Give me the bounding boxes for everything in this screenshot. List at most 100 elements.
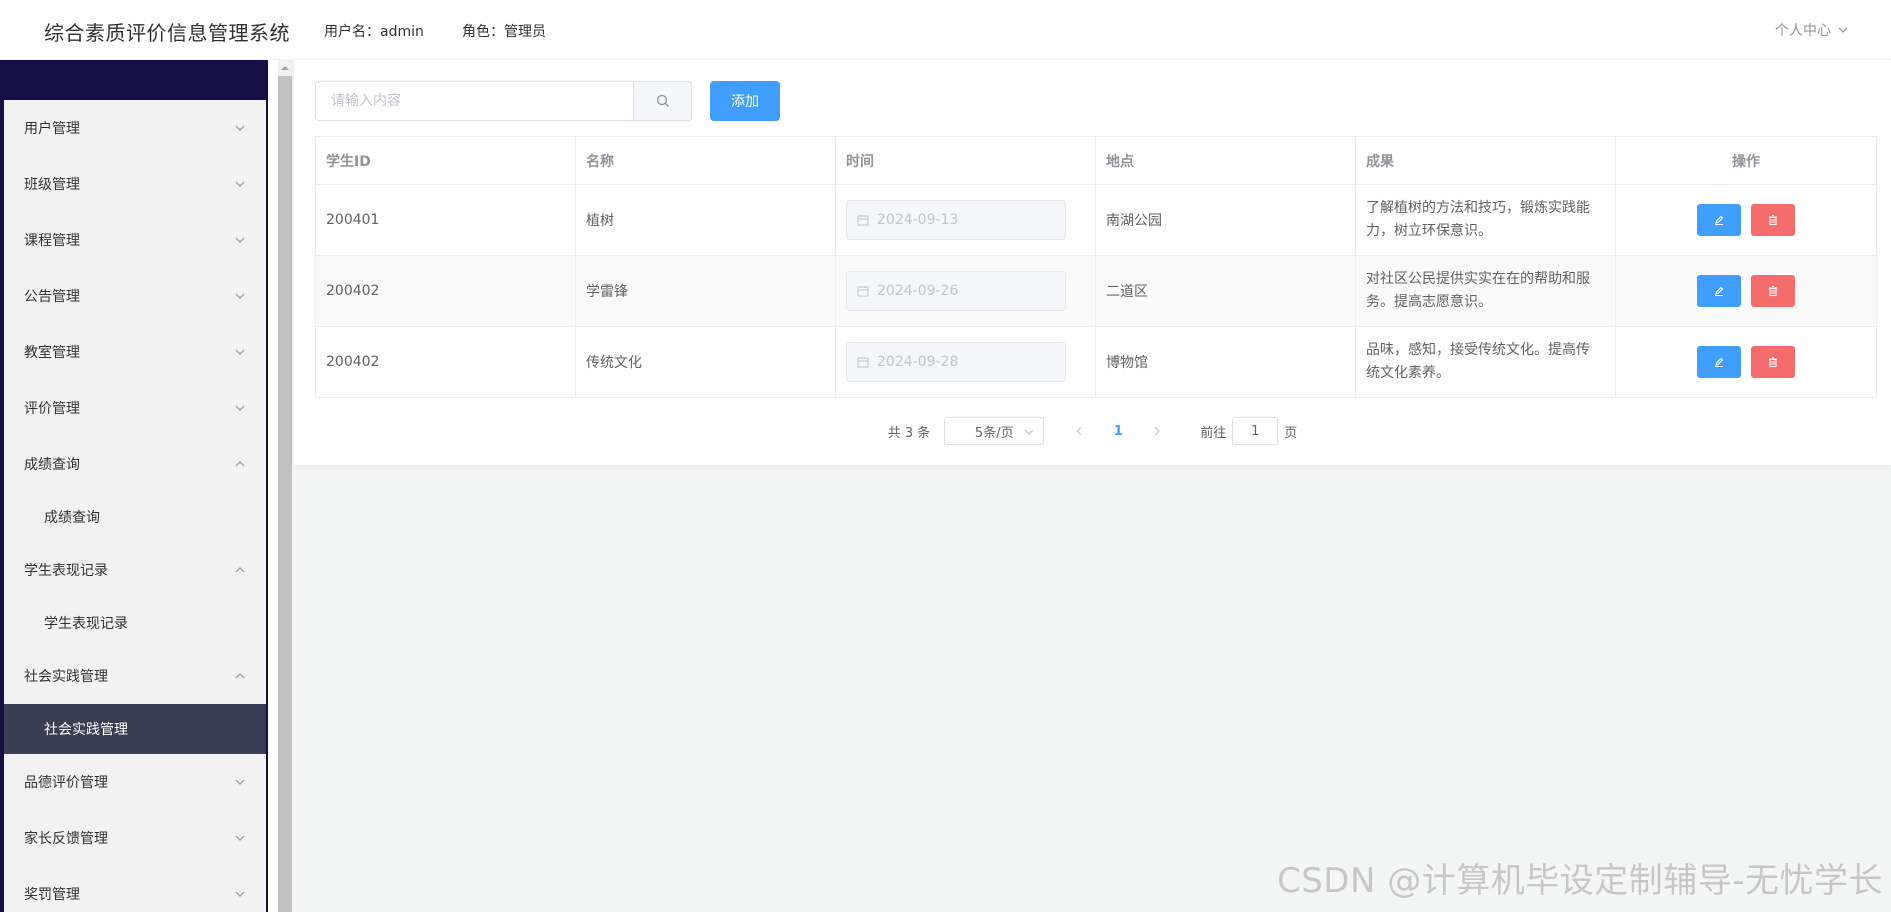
cell-student-id: 200402	[315, 255, 576, 327]
page-size-select[interactable]: 5条/页	[944, 417, 1045, 445]
cell-name: 学雷锋	[575, 255, 836, 327]
search-group	[315, 81, 692, 121]
sidebar-item-label: 家长反馈管理	[24, 831, 108, 847]
sidebar-item-parent-feedback[interactable]: 家长反馈管理	[4, 810, 266, 866]
edit-button[interactable]	[1697, 204, 1741, 236]
sidebar-item-announcement-management[interactable]: 公告管理	[4, 268, 266, 324]
sidebar-scrollbar[interactable]	[278, 60, 292, 912]
pagination-total: 共 3 条	[887, 425, 931, 441]
cell-result: 对社区公民提供实实在在的帮助和服务。提高志愿意识。	[1355, 255, 1616, 327]
column-header-place: 地点	[1095, 136, 1356, 185]
sidebar-item-classroom-management[interactable]: 教室管理	[4, 324, 266, 380]
search-button[interactable]	[633, 82, 691, 120]
sidebar-item-user-management[interactable]: 用户管理	[4, 100, 266, 156]
column-header-student-id: 学生ID	[315, 136, 576, 185]
sidebar-gutter	[268, 60, 278, 912]
chevron-down-icon	[235, 891, 245, 897]
sidebar-item-label: 奖罚管理	[24, 887, 80, 903]
column-header-time: 时间	[835, 136, 1096, 185]
search-icon	[656, 94, 669, 107]
pagination: 共 3 条 5条/页 1 前往 页	[294, 415, 1891, 447]
page-jumper: 前往 页	[1200, 417, 1297, 445]
scroll-up-arrow-icon[interactable]	[278, 60, 292, 76]
sidebar-item-label: 公告管理	[24, 289, 80, 305]
calendar-icon	[857, 215, 869, 226]
sidebar-item-label: 社会实践管理	[24, 669, 108, 685]
header-role: 角色：管理员	[462, 24, 546, 40]
chevron-up-icon	[235, 673, 245, 679]
personal-center-dropdown[interactable]: 个人中心	[1775, 20, 1849, 40]
cell-place: 二道区	[1095, 255, 1356, 327]
delete-button[interactable]	[1751, 346, 1795, 378]
sidebar-item-social-practice[interactable]: 社会实践管理	[4, 648, 266, 704]
sidebar-item-label: 评价管理	[24, 401, 80, 417]
chevron-down-icon	[235, 293, 245, 299]
practice-table: 学生ID 名称 时间 地点 成果 操作 200401 植树 2024-09-13…	[315, 136, 1877, 398]
sidebar-item-label: 班级管理	[24, 177, 80, 193]
chevron-down-icon	[235, 835, 245, 841]
chevron-down-icon	[235, 349, 245, 355]
edit-icon	[1715, 357, 1724, 367]
personal-center-label: 个人中心	[1775, 23, 1831, 39]
chevron-down-icon	[1024, 429, 1034, 435]
sidebar-item-evaluation-management[interactable]: 评价管理	[4, 380, 266, 436]
column-header-actions: 操作	[1615, 136, 1877, 185]
page-number-current[interactable]: 1	[1094, 424, 1142, 439]
sidebar-item-label: 品德评价管理	[24, 775, 108, 791]
sidebar-item-student-performance[interactable]: 学生表现记录	[4, 542, 266, 598]
chevron-down-icon	[235, 779, 245, 785]
edit-icon	[1715, 286, 1724, 296]
page-size-value: 5条/页	[974, 425, 1014, 441]
app-title: 综合素质评价信息管理系统	[44, 21, 290, 45]
sidebar-item-label: 用户管理	[24, 121, 80, 137]
main-content-card: 添加 学生ID 名称 时间 地点 成果 操作 200401 植树	[294, 60, 1891, 465]
cell-time: 2024-09-13	[835, 184, 1096, 256]
delete-icon	[1769, 356, 1777, 368]
prev-page-button[interactable]	[1064, 417, 1094, 445]
edit-button[interactable]	[1697, 346, 1741, 378]
sidebar-subitem-student-performance[interactable]: 学生表现记录	[4, 598, 266, 648]
table-row: 200402 传统文化 2024-09-28 博物馆 品味，感知，接受传统文化。…	[315, 326, 1877, 398]
watermark: CSDN @计算机毕设定制辅导-无忧学长	[1276, 861, 1883, 901]
chevron-down-icon	[235, 405, 245, 411]
chevron-down-icon	[235, 125, 245, 131]
sidebar-subitem-grade-query[interactable]: 成绩查询	[4, 492, 266, 542]
sidebar-item-moral-evaluation[interactable]: 品德评价管理	[4, 754, 266, 810]
sidebar-item-reward-punishment[interactable]: 奖罚管理	[4, 866, 266, 912]
date-picker-disabled: 2024-09-13	[846, 200, 1066, 240]
top-header: 综合素质评价信息管理系统 用户名：admin 角色：管理员 个人中心	[0, 0, 1891, 60]
cell-time: 2024-09-26	[835, 255, 1096, 327]
date-picker-disabled: 2024-09-26	[846, 271, 1066, 311]
search-input[interactable]	[316, 82, 634, 120]
sidebar-item-grade-query[interactable]: 成绩查询	[4, 436, 266, 492]
table-row: 200402 学雷锋 2024-09-26 二道区 对社区公民提供实实在在的帮助…	[315, 255, 1877, 327]
sidebar-item-class-management[interactable]: 班级管理	[4, 156, 266, 212]
calendar-icon	[857, 286, 869, 297]
calendar-icon	[857, 357, 869, 368]
sidebar-item-label: 课程管理	[24, 233, 80, 249]
sidebar-subitem-social-practice[interactable]: 社会实践管理	[4, 704, 266, 754]
sidebar-item-label: 学生表现记录	[24, 563, 108, 579]
delete-icon	[1769, 214, 1777, 226]
chevron-down-icon	[235, 181, 245, 187]
add-button[interactable]: 添加	[710, 81, 780, 121]
chevron-up-icon	[235, 461, 245, 467]
date-picker-disabled: 2024-09-28	[846, 342, 1066, 382]
cell-result: 品味，感知，接受传统文化。提高传统文化素养。	[1355, 326, 1616, 398]
chevron-left-icon	[1076, 426, 1082, 436]
chevron-up-icon	[235, 567, 245, 573]
goto-page-input[interactable]	[1232, 417, 1279, 445]
delete-button[interactable]	[1751, 204, 1795, 236]
delete-button[interactable]	[1751, 275, 1795, 307]
cell-name: 植树	[575, 184, 836, 256]
delete-icon	[1769, 285, 1777, 297]
next-page-button[interactable]	[1142, 417, 1172, 445]
sidebar-item-course-management[interactable]: 课程管理	[4, 212, 266, 268]
cell-name: 传统文化	[575, 326, 836, 398]
edit-button[interactable]	[1697, 275, 1741, 307]
cell-result: 了解植树的方法和技巧，锻炼实践能力，树立环保意识。	[1355, 184, 1616, 256]
sidebar-menu: 用户管理 班级管理 课程管理 公告管理 教室管理 评价管理 成绩查询 成绩查询 …	[4, 100, 266, 912]
cell-actions	[1615, 184, 1877, 256]
chevron-right-icon	[1154, 426, 1161, 436]
cell-time: 2024-09-28	[835, 326, 1096, 398]
